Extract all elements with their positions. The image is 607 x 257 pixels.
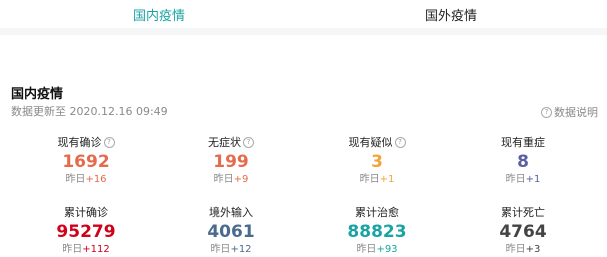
stat-severe: 现有重症 8 昨日+1 bbox=[448, 135, 598, 187]
stat-delta: 昨日+112 bbox=[11, 243, 161, 257]
stat-label: 无症状 bbox=[208, 136, 241, 149]
stat-value: 95279 bbox=[56, 222, 116, 242]
section-title: 国内疫情 bbox=[11, 87, 64, 102]
delta-prefix: 昨日 bbox=[505, 244, 526, 255]
data-explain-label: 数据说明 bbox=[554, 106, 598, 119]
stat-label: 累计确诊 bbox=[64, 206, 108, 219]
stat-total-cured: 累计治愈 88823 昨日+93 bbox=[302, 205, 452, 257]
delta-value: +3 bbox=[525, 244, 541, 255]
delta-value: +9 bbox=[233, 174, 249, 185]
stat-delta: 昨日+3 bbox=[448, 243, 598, 257]
stat-current-confirmed: 现有确诊? 1692 昨日+16 bbox=[11, 135, 161, 187]
stat-label: 现有重症 bbox=[501, 136, 545, 149]
delta-value: +112 bbox=[82, 244, 110, 255]
stat-delta: 昨日+16 bbox=[11, 173, 161, 187]
stat-total-deaths: 累计死亡 4764 昨日+3 bbox=[448, 205, 598, 257]
bottom-divider bbox=[0, 28, 607, 35]
stat-asymptomatic: 无症状? 199 昨日+9 bbox=[156, 135, 306, 187]
stat-value: 8 bbox=[517, 152, 529, 172]
stat-delta: 昨日+1 bbox=[448, 173, 598, 187]
data-explain-link[interactable]: ? 数据说明 bbox=[541, 104, 598, 120]
stat-label: 现有确诊 bbox=[57, 136, 102, 149]
stat-value: 4764 bbox=[499, 222, 547, 242]
help-icon[interactable]: ? bbox=[103, 136, 115, 148]
help-icon[interactable]: ? bbox=[394, 136, 406, 148]
delta-value: +93 bbox=[376, 244, 398, 255]
delta-prefix: 昨日 bbox=[213, 174, 234, 185]
stat-delta: 昨日+1 bbox=[302, 173, 452, 187]
delta-prefix: 昨日 bbox=[505, 174, 526, 185]
delta-value: +16 bbox=[85, 174, 107, 185]
stat-total-confirmed: 累计确诊 95279 昨日+112 bbox=[11, 205, 161, 257]
delta-value: +12 bbox=[230, 244, 252, 255]
stat-delta: 昨日+93 bbox=[302, 243, 452, 257]
stat-value: 199 bbox=[213, 152, 249, 172]
help-icon: ? bbox=[541, 106, 552, 118]
stat-imported: 境外输入 4061 昨日+12 bbox=[156, 205, 306, 257]
stat-label: 境外输入 bbox=[209, 206, 253, 219]
stat-delta: 昨日+9 bbox=[156, 173, 306, 187]
stat-label: 累计治愈 bbox=[355, 206, 399, 219]
stat-value: 1692 bbox=[62, 152, 110, 172]
stat-label: 现有疑似 bbox=[348, 136, 393, 149]
stat-suspected: 现有疑似? 3 昨日+1 bbox=[302, 135, 452, 187]
stat-label: 累计死亡 bbox=[501, 206, 545, 219]
delta-prefix: 昨日 bbox=[62, 244, 83, 255]
help-icon[interactable]: ? bbox=[243, 136, 254, 148]
stat-value: 4061 bbox=[207, 222, 255, 242]
delta-prefix: 昨日 bbox=[210, 244, 231, 255]
update-time: 数据更新至 2020.12.16 09:49 bbox=[11, 105, 168, 118]
delta-value: +1 bbox=[379, 174, 395, 185]
delta-prefix: 昨日 bbox=[359, 174, 380, 185]
delta-value: +1 bbox=[525, 174, 541, 185]
stat-value: 3 bbox=[371, 152, 383, 172]
delta-prefix: 昨日 bbox=[356, 244, 377, 255]
stat-delta: 昨日+12 bbox=[156, 243, 306, 257]
stat-value: 88823 bbox=[347, 222, 407, 242]
delta-prefix: 昨日 bbox=[65, 174, 86, 185]
